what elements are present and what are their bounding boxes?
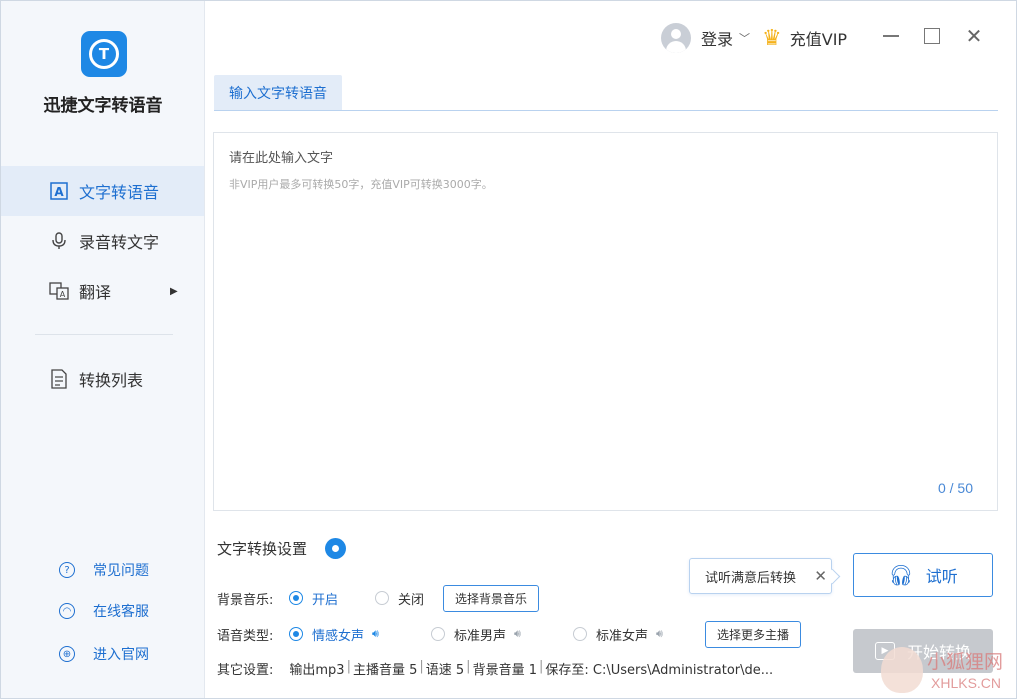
crown-icon: ♛ <box>762 25 782 51</box>
sidebar-item-speech-to-text[interactable]: 录音转文字 <box>1 216 204 266</box>
help-label: 进入官网 <box>93 647 149 663</box>
maximize-button[interactable] <box>919 23 945 49</box>
radio-icon <box>431 627 445 641</box>
separator: | <box>538 659 544 674</box>
listen-tip-tooltip: 试听满意后转换 ✕ <box>689 558 832 594</box>
title-bar: 登录 ﹀ ♛ 充值VIP <box>661 21 847 55</box>
globe-icon: ⊕ <box>59 646 75 662</box>
login-link[interactable]: 登录 <box>701 26 733 50</box>
sidebar-item-label: 翻译 <box>79 283 112 302</box>
minimize-button[interactable] <box>878 23 904 49</box>
watermark-text: 小狐狸网 <box>927 651 1004 673</box>
help-label: 常见问题 <box>93 563 149 579</box>
voice-type-label: 语音类型: <box>217 628 274 644</box>
svg-text:A: A <box>54 185 64 199</box>
radio-selected-icon <box>289 591 303 605</box>
voice-emotional-female-radio[interactable]: 情感女声 🔊︎ <box>289 625 431 644</box>
radio-icon <box>375 591 389 605</box>
char-counter: 0 / 50 <box>937 480 973 496</box>
sidebar-divider <box>35 334 173 335</box>
sidebar-nav-secondary: 转换列表 <box>1 354 204 404</box>
speaker-icon[interactable]: 🔊︎ <box>656 627 663 641</box>
sidebar-nav: A 文字转语音 录音转文字 A 翻译 ▶ <box>1 166 204 316</box>
voice-type-row: 语音类型: 情感女声 🔊︎ 标准男声 🔊︎ 标准女声 🔊︎ 选择更多主播 <box>217 620 802 648</box>
listen-label: 试听 <box>925 567 958 586</box>
svg-text:A: A <box>60 290 66 299</box>
sidebar-item-label: 文字转语音 <box>79 183 160 202</box>
tip-text: 试听满意后转换 <box>705 570 797 586</box>
voice-standard-male-radio[interactable]: 标准男声 🔊︎ <box>431 625 573 644</box>
chevron-down-icon[interactable]: ﹀ <box>739 30 750 46</box>
help-faq-link[interactable]: ? 常见问题 <box>59 559 199 581</box>
radio-selected-icon <box>289 627 303 641</box>
bg-music-on-radio[interactable]: 开启 <box>289 589 375 608</box>
microphone-icon <box>49 231 69 251</box>
translate-icon: A <box>49 281 69 301</box>
separator: | <box>466 659 471 674</box>
headset-icon: ◠ <box>59 603 75 619</box>
sidebar-item-label: 录音转文字 <box>79 233 160 252</box>
submenu-arrow-icon: ▶ <box>170 285 178 297</box>
output-format: 输出mp3 <box>289 663 345 678</box>
text-a-icon: A <box>49 181 69 201</box>
headphones-icon: 🎧︎ <box>888 563 914 587</box>
help-support-link[interactable]: ◠ 在线客服 <box>59 600 199 622</box>
tab-underline <box>214 110 998 111</box>
editor-hint: 非VIP用户最多可转换50字，充值VIP可转换3000字。 <box>229 178 493 191</box>
speech-speed: 语速 5 <box>425 663 465 678</box>
watermark: 小狐狸网 XHLKS.CN <box>877 641 1017 697</box>
watermark-domain: XHLKS.CN <box>931 675 1002 691</box>
sidebar-item-text-to-speech[interactable]: A 文字转语音 <box>1 166 204 216</box>
logo-icon: T <box>89 39 119 69</box>
bg-volume: 背景音量 1 <box>472 663 537 678</box>
host-volume: 主播音量 5 <box>352 663 418 678</box>
question-icon: ? <box>59 562 75 578</box>
sidebar-item-conversion-list[interactable]: 转换列表 <box>1 354 204 404</box>
speaker-icon[interactable]: 🔊︎ <box>372 627 379 641</box>
help-website-link[interactable]: ⊕ 进入官网 <box>59 643 199 665</box>
radio-icon <box>573 627 587 641</box>
sidebar-item-translate[interactable]: A 翻译 ▶ <box>1 266 204 316</box>
bg-music-off-radio[interactable]: 关闭 <box>375 589 443 608</box>
choose-bg-music-button[interactable]: 选择背景音乐 <box>443 584 540 612</box>
close-icon: ✕ <box>965 24 983 48</box>
editor-placeholder: 请在此处输入文字 <box>229 151 334 166</box>
close-button[interactable]: ✕ <box>961 23 987 49</box>
avatar[interactable] <box>661 23 691 53</box>
separator: | <box>419 659 424 674</box>
bg-music-label: 背景音乐: <box>217 592 274 608</box>
gear-icon[interactable] <box>325 538 346 559</box>
speaker-icon[interactable]: 🔊︎ <box>514 627 521 641</box>
vip-recharge-link[interactable]: 充值VIP <box>790 26 847 50</box>
save-path: 保存至: C:\Users\Administrator\de... <box>545 663 774 678</box>
text-input-area[interactable]: 请在此处输入文字 非VIP用户最多可转换50字，充值VIP可转换3000字。 0… <box>213 132 998 511</box>
sidebar-item-label: 转换列表 <box>79 371 144 390</box>
close-icon[interactable]: ✕ <box>814 567 827 585</box>
help-label: 在线客服 <box>93 604 149 620</box>
list-icon <box>49 369 69 389</box>
app-logo: T <box>81 31 127 77</box>
other-settings-row[interactable]: 其它设置: 输出mp3 | 主播音量 5 | 语速 5 | 背景音量 1 | 保… <box>217 659 773 678</box>
tab-input-text[interactable]: 输入文字转语音 <box>214 75 342 111</box>
settings-title: 文字转换设置 <box>217 540 308 558</box>
app-title: 迅捷文字转语音 <box>43 96 163 116</box>
fox-logo-icon <box>881 647 923 693</box>
app-window: T 迅捷文字转语音 A 文字转语音 录音转文字 A 翻译 ▶ 转换列表 ? 常见… <box>0 0 1017 699</box>
listen-button[interactable]: 🎧︎ 试听 <box>853 553 993 597</box>
choose-more-hosts-button[interactable]: 选择更多主播 <box>705 620 802 648</box>
bg-music-row: 背景音乐: 开启 关闭 选择背景音乐 <box>217 584 540 612</box>
other-settings-label: 其它设置: <box>217 663 274 678</box>
separator: | <box>346 659 351 674</box>
sidebar: T 迅捷文字转语音 A 文字转语音 录音转文字 A 翻译 ▶ 转换列表 ? 常见… <box>1 1 205 698</box>
voice-standard-female-radio[interactable]: 标准女声 🔊︎ <box>573 625 705 644</box>
